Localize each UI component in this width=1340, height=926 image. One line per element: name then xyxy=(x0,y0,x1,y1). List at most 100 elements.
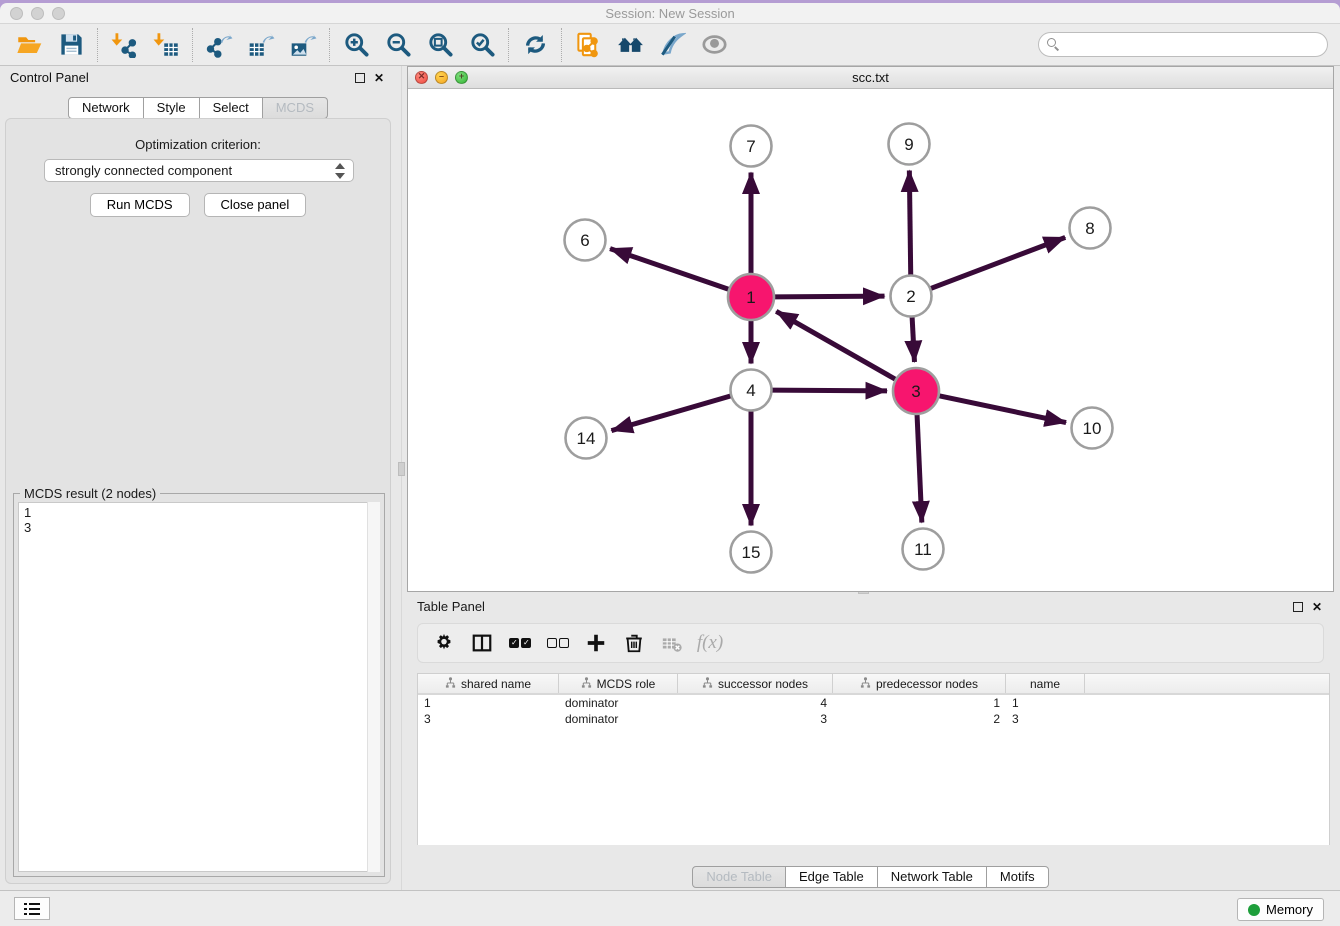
graph-node-2[interactable]: 2 xyxy=(891,276,932,317)
graph-node-1[interactable]: 1 xyxy=(728,274,774,320)
table-cell[interactable]: 1 xyxy=(418,695,559,711)
tab-network[interactable]: Network xyxy=(68,97,144,119)
graph-edge-1-2[interactable] xyxy=(774,296,885,297)
zoom-out-icon[interactable] xyxy=(377,27,419,63)
graph-node-15[interactable]: 15 xyxy=(731,532,772,573)
optimization-criterion-label: Optimization criterion: xyxy=(6,137,390,152)
deselect-all-columns-icon[interactable] xyxy=(542,628,574,658)
svg-text:6: 6 xyxy=(580,231,589,250)
table-panel-close-icon[interactable] xyxy=(1312,601,1324,613)
network-graph: 7 9 6 8 1 2 4 3 14 10 15 11 xyxy=(408,89,1333,591)
network-canvas[interactable]: 7 9 6 8 1 2 4 3 14 10 15 11 xyxy=(408,89,1333,591)
function-builder-icon: f(x) xyxy=(694,628,726,658)
split-panel-icon[interactable] xyxy=(466,628,498,658)
graph-edge-3-1[interactable] xyxy=(776,311,896,379)
control-panel-close-icon[interactable] xyxy=(374,72,386,84)
table-settings-gear-icon[interactable] xyxy=(428,628,460,658)
apply-style-icon[interactable] xyxy=(651,27,693,63)
table-cell[interactable]: 1 xyxy=(833,695,1006,711)
table-row[interactable]: 3dominator323 xyxy=(418,711,1329,727)
column-label: predecessor nodes xyxy=(876,677,978,691)
table-cell[interactable]: 3 xyxy=(1006,711,1085,727)
graph-node-9[interactable]: 9 xyxy=(889,124,930,165)
tab-network-table[interactable]: Network Table xyxy=(878,866,987,888)
table-cell[interactable]: dominator xyxy=(559,711,678,727)
mcds-result-scrollbar[interactable] xyxy=(367,502,380,872)
tab-style[interactable]: Style xyxy=(144,97,200,119)
graph-node-7[interactable]: 7 xyxy=(731,126,772,167)
column-header-name[interactable]: name xyxy=(1006,674,1085,693)
tab-motifs[interactable]: Motifs xyxy=(987,866,1049,888)
select-all-columns-icon[interactable] xyxy=(504,628,536,658)
graph-edge-2-8[interactable] xyxy=(930,237,1065,288)
graph-edge-3-10[interactable] xyxy=(939,396,1067,423)
network-view-window: scc.txt 7 9 6 8 1 2 4 3 14 10 15 11 xyxy=(407,66,1334,592)
table-toolbar: f(x) xyxy=(417,623,1324,663)
search-input[interactable] xyxy=(1038,32,1328,57)
mcds-result-group: MCDS result (2 nodes) 1 3 xyxy=(13,493,385,877)
import-table-icon[interactable] xyxy=(145,27,187,63)
graph-edge-1-6[interactable] xyxy=(610,249,729,290)
zoom-in-icon[interactable] xyxy=(335,27,377,63)
mcds-result-text[interactable]: 1 3 xyxy=(18,502,380,872)
toolbar-separator xyxy=(561,28,562,62)
table-cell[interactable]: 4 xyxy=(678,695,833,711)
graph-node-8[interactable]: 8 xyxy=(1070,208,1111,249)
column-header-successor-nodes[interactable]: successor nodes xyxy=(678,674,833,693)
graph-node-6[interactable]: 6 xyxy=(565,220,606,261)
open-file-icon[interactable] xyxy=(8,27,50,63)
column-header-predecessor-nodes[interactable]: predecessor nodes xyxy=(833,674,1006,693)
export-image-icon[interactable] xyxy=(282,27,324,63)
table-panel-float-icon[interactable] xyxy=(1293,602,1303,612)
control-panel-title: Control Panel xyxy=(10,70,89,85)
table-cell[interactable]: 1 xyxy=(1006,695,1085,711)
graph-node-11[interactable]: 11 xyxy=(903,529,944,570)
export-network-icon[interactable] xyxy=(198,27,240,63)
tab-select[interactable]: Select xyxy=(200,97,263,119)
vertical-splitter-handle[interactable] xyxy=(398,462,405,476)
copy-network-icon[interactable] xyxy=(567,27,609,63)
table-cell[interactable]: dominator xyxy=(559,695,678,711)
graph-node-3[interactable]: 3 xyxy=(893,368,939,414)
memory-button[interactable]: Memory xyxy=(1237,898,1324,921)
tab-node-table[interactable]: Node Table xyxy=(692,866,786,888)
run-mcds-button[interactable]: Run MCDS xyxy=(90,193,190,217)
graph-edge-3-11[interactable] xyxy=(917,414,922,523)
graph-edge-4-3[interactable] xyxy=(771,390,887,391)
criterion-select[interactable]: strongly connected component xyxy=(44,159,354,182)
column-header-MCDS-role[interactable]: MCDS role xyxy=(559,674,678,693)
tab-mcds[interactable]: MCDS xyxy=(263,97,328,119)
zoom-selected-icon[interactable] xyxy=(461,27,503,63)
table-cell[interactable]: 3 xyxy=(418,711,559,727)
add-column-icon[interactable] xyxy=(580,628,612,658)
control-panel-float-icon[interactable] xyxy=(355,73,365,83)
column-header-shared-name[interactable]: shared name xyxy=(418,674,559,693)
tree-flow-icon xyxy=(860,677,871,691)
show-hide-details-icon[interactable] xyxy=(693,27,735,63)
delete-column-icon[interactable] xyxy=(618,628,650,658)
graph-edge-4-14[interactable] xyxy=(611,396,731,431)
export-table-icon[interactable] xyxy=(240,27,282,63)
table-cell[interactable]: 3 xyxy=(678,711,833,727)
graph-node-10[interactable]: 10 xyxy=(1072,408,1113,449)
graph-edge-2-3[interactable] xyxy=(912,316,914,362)
column-label: name xyxy=(1030,677,1060,691)
tab-edge-table[interactable]: Edge Table xyxy=(786,866,878,888)
save-session-icon[interactable] xyxy=(50,27,92,63)
graph-node-4[interactable]: 4 xyxy=(731,370,772,411)
main-toolbar xyxy=(0,24,1340,66)
import-network-icon[interactable] xyxy=(103,27,145,63)
refresh-layout-icon[interactable] xyxy=(514,27,556,63)
table-row[interactable]: 1dominator411 xyxy=(418,695,1329,711)
table-cell[interactable]: 2 xyxy=(833,711,1006,727)
graph-edge-2-9[interactable] xyxy=(909,170,910,275)
task-history-button[interactable] xyxy=(14,897,50,920)
vertical-splitter xyxy=(401,66,402,890)
application-window: Session: New Session Control Panel Netwo… xyxy=(0,0,1340,926)
graph-node-14[interactable]: 14 xyxy=(566,418,607,459)
network-view-titlebar: scc.txt xyxy=(408,67,1333,89)
home-view-icon[interactable] xyxy=(609,27,651,63)
zoom-fit-icon[interactable] xyxy=(419,27,461,63)
app-titlebar: Session: New Session xyxy=(0,3,1340,24)
close-panel-button[interactable]: Close panel xyxy=(204,193,307,217)
